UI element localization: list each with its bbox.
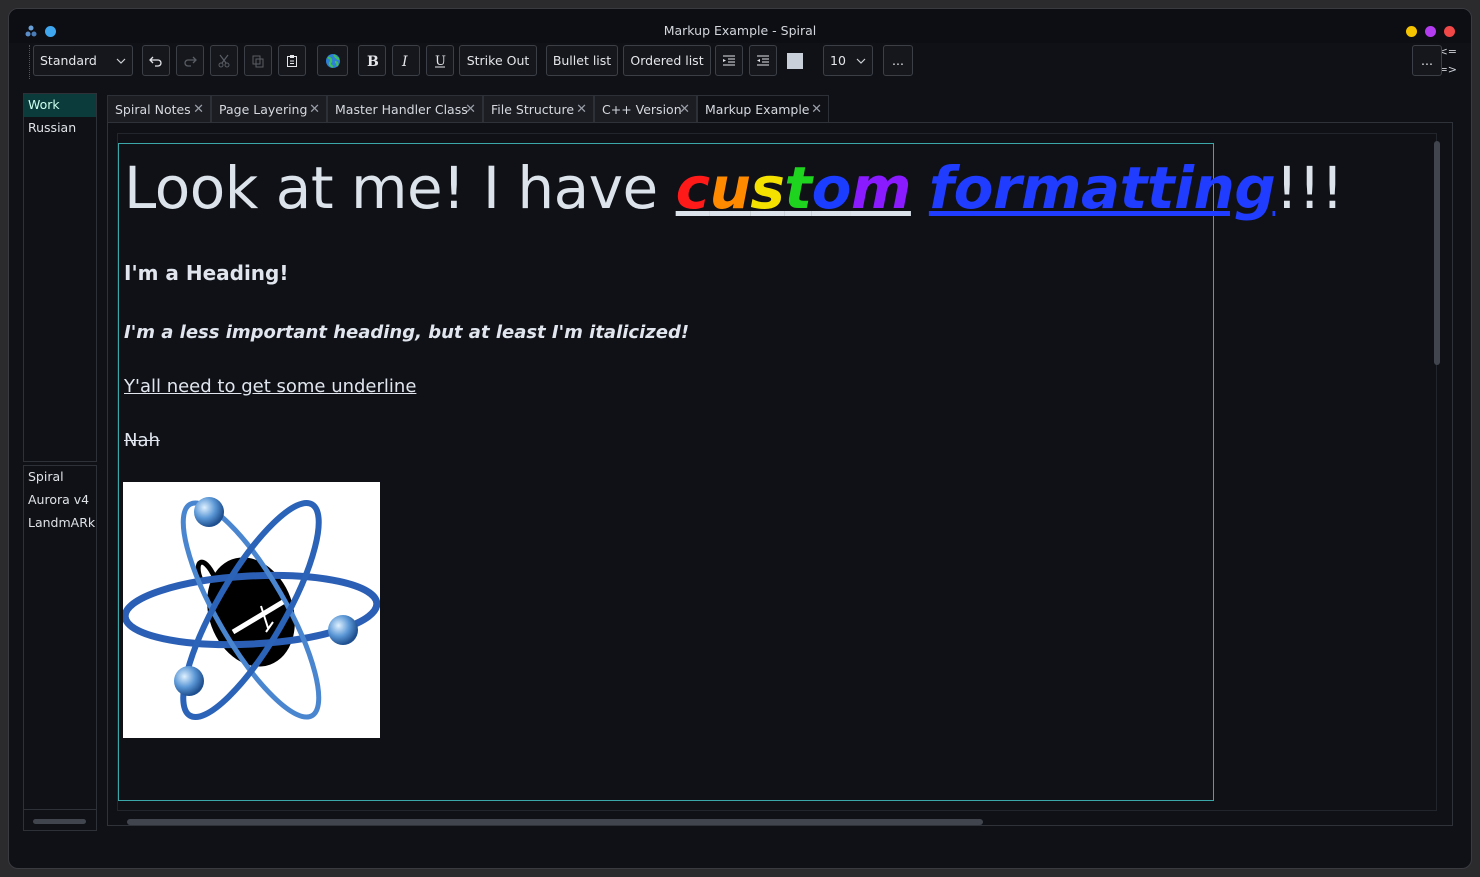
font-size-value: 10 bbox=[830, 53, 846, 68]
tab-label: Markup Example bbox=[705, 101, 810, 117]
italic-icon: I bbox=[401, 54, 408, 68]
rainbow-letter: m bbox=[850, 154, 911, 222]
svg-text:U: U bbox=[435, 54, 446, 68]
app-window: Markup Example - Spiral <= => Standard B… bbox=[8, 8, 1472, 869]
group-item-work[interactable]: Work bbox=[24, 94, 96, 117]
tab-label: Page Layering bbox=[219, 101, 308, 117]
link-button[interactable] bbox=[317, 45, 348, 76]
globe-icon bbox=[325, 53, 340, 68]
font-size-select[interactable]: 10 bbox=[823, 45, 873, 76]
title-bar: Markup Example - Spiral bbox=[9, 9, 1471, 43]
close-icon[interactable]: ✕ bbox=[576, 102, 587, 117]
toolbar-grip[interactable] bbox=[29, 45, 32, 79]
rainbow-letter: c bbox=[675, 154, 710, 222]
tab-markup-example[interactable]: Markup Example ✕ bbox=[697, 95, 829, 123]
redo-icon bbox=[184, 56, 197, 67]
vertical-scrollbar[interactable] bbox=[1434, 141, 1440, 365]
cut-button[interactable] bbox=[210, 45, 238, 76]
toolbar: Standard B I U Strike Out Bullet list Or… bbox=[27, 43, 1447, 79]
undo-button[interactable] bbox=[142, 45, 170, 76]
strikethrough-text: Nah bbox=[124, 430, 160, 451]
indent-icon bbox=[723, 55, 735, 65]
maximize-button[interactable] bbox=[1425, 26, 1436, 37]
more-button[interactable]: ... bbox=[883, 45, 913, 76]
underline-icon: U bbox=[435, 54, 446, 68]
atom-mouse-image bbox=[121, 482, 381, 738]
text-color-swatch[interactable] bbox=[787, 53, 803, 69]
strike-out-button[interactable]: Strike Out bbox=[459, 45, 537, 76]
close-icon[interactable]: ✕ bbox=[309, 102, 320, 117]
project-item-landmark[interactable]: LandmARk bbox=[24, 512, 96, 535]
group-list: Work Russian bbox=[23, 93, 97, 462]
tab-master-handler-class[interactable]: Master Handler Class ✕ bbox=[327, 95, 483, 123]
close-icon[interactable]: ✕ bbox=[811, 102, 822, 117]
copy-icon bbox=[252, 55, 264, 67]
blue-word: formatting bbox=[928, 154, 1276, 222]
svg-text:I: I bbox=[401, 54, 408, 68]
close-button[interactable] bbox=[1444, 26, 1455, 37]
rich-text-document[interactable]: Look at me! I have custom formatting!!! … bbox=[118, 143, 1344, 801]
underline-button[interactable]: U bbox=[426, 45, 454, 76]
project-list-footer bbox=[24, 809, 96, 810]
undo-icon bbox=[149, 56, 162, 67]
tab-label: C++ Version bbox=[602, 101, 682, 117]
right-more-button[interactable]: ... bbox=[1412, 45, 1442, 76]
paste-button[interactable] bbox=[278, 45, 306, 76]
title-suffix: !!! bbox=[1275, 154, 1344, 222]
tab-label: File Structure bbox=[491, 101, 575, 117]
bullet-list-button[interactable]: Bullet list bbox=[546, 45, 618, 76]
tab-page-layering[interactable]: Page Layering ✕ bbox=[211, 95, 327, 123]
project-item-spiral[interactable]: Spiral bbox=[24, 466, 96, 489]
chevron-down-icon bbox=[856, 58, 866, 64]
window-title: Markup Example - Spiral bbox=[663, 23, 817, 38]
close-icon[interactable]: ✕ bbox=[193, 102, 204, 117]
heading: I'm a Heading! bbox=[124, 261, 289, 285]
rainbow-letter: t bbox=[784, 154, 812, 222]
outdent-icon bbox=[757, 55, 769, 65]
project-item-aurora[interactable]: Aurora v4 bbox=[24, 489, 96, 512]
copy-button[interactable] bbox=[244, 45, 272, 76]
ordered-list-button[interactable]: Ordered list bbox=[623, 45, 711, 76]
rainbow-word: custom bbox=[675, 154, 912, 222]
atom-mouse-icon bbox=[121, 497, 381, 721]
close-icon[interactable]: ✕ bbox=[679, 102, 690, 117]
title-space bbox=[911, 154, 929, 222]
horizontal-scrollbar[interactable] bbox=[127, 819, 983, 825]
svg-text:B: B bbox=[367, 54, 379, 68]
title-line: Look at me! I have custom formatting!!! bbox=[124, 154, 1344, 222]
cut-icon bbox=[218, 54, 230, 67]
minimize-button[interactable] bbox=[1406, 26, 1417, 37]
subheading: I'm a less important heading, but at lea… bbox=[124, 322, 690, 343]
tab-label: Master Handler Class bbox=[335, 101, 468, 117]
style-select[interactable]: Standard bbox=[33, 45, 133, 76]
bold-icon: B bbox=[367, 54, 379, 68]
style-select-value: Standard bbox=[40, 53, 97, 68]
title-prefix: Look at me! I have bbox=[124, 154, 676, 222]
project-list: Spiral Aurora v4 LandmARk bbox=[23, 465, 97, 831]
underlined-text: Y'all need to get some underline bbox=[124, 376, 417, 397]
close-icon[interactable]: ✕ bbox=[465, 102, 476, 117]
project-list-scrollbar[interactable] bbox=[33, 819, 86, 824]
tab-cpp-version[interactable]: C++ Version ✕ bbox=[594, 95, 697, 123]
outdent-button[interactable] bbox=[749, 45, 777, 76]
bold-button[interactable]: B bbox=[358, 45, 386, 76]
chevron-down-icon bbox=[116, 58, 126, 64]
paste-icon bbox=[287, 54, 297, 67]
group-item-russian[interactable]: Russian bbox=[24, 117, 96, 140]
redo-button[interactable] bbox=[176, 45, 204, 76]
italic-button[interactable]: I bbox=[392, 45, 420, 76]
indent-button[interactable] bbox=[715, 45, 743, 76]
tab-label: Spiral Notes bbox=[115, 101, 191, 117]
tab-file-structure[interactable]: File Structure ✕ bbox=[483, 95, 594, 123]
rainbow-letter: u bbox=[709, 154, 751, 222]
tab-spiral-notes[interactable]: Spiral Notes ✕ bbox=[107, 95, 211, 123]
rainbow-letter: o bbox=[811, 154, 852, 222]
rainbow-letter: s bbox=[750, 154, 785, 222]
